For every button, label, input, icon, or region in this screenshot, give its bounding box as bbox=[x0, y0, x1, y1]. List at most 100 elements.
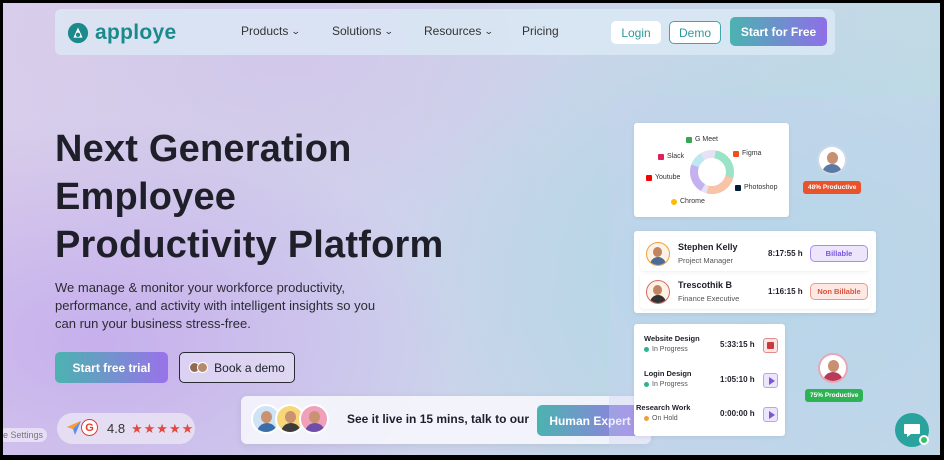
task-status: On Hold bbox=[644, 415, 678, 422]
task-status: In Progress bbox=[644, 346, 688, 353]
nav-item-products[interactable]: Products ⌄ bbox=[241, 24, 302, 38]
avatar-group bbox=[189, 362, 209, 373]
app-usage-chart-card: G Meet Slack Figma Youtube Photoshop Chr… bbox=[634, 123, 789, 217]
star-rating: ★★★★★ bbox=[131, 421, 195, 436]
hero-title-line: Next Generation bbox=[55, 128, 352, 170]
chart-label-text: Slack bbox=[667, 153, 685, 160]
stop-icon bbox=[767, 342, 774, 349]
avatar bbox=[197, 362, 209, 373]
task-status: In Progress bbox=[644, 381, 688, 388]
hero-title: Next Generation Employee Productivity Pl… bbox=[55, 125, 444, 269]
avatar bbox=[817, 145, 847, 175]
task-name: Login Design bbox=[644, 369, 692, 378]
chart-label-text: Chrome bbox=[680, 198, 705, 205]
youtube-icon bbox=[646, 174, 652, 181]
chart-label-photoshop: Photoshop bbox=[735, 184, 777, 191]
stop-button[interactable] bbox=[763, 338, 778, 353]
play-button[interactable] bbox=[763, 373, 778, 388]
play-button[interactable] bbox=[763, 407, 778, 422]
employee-list-card: Stephen Kelly Project Manager 8:17:55 h … bbox=[634, 231, 876, 313]
avatar bbox=[646, 242, 670, 266]
chrome-icon bbox=[671, 198, 677, 205]
status-dot bbox=[644, 416, 649, 421]
nav-item-label: Solutions bbox=[332, 24, 382, 38]
hero-title-line: Productivity Platform bbox=[55, 224, 444, 266]
task-status-label: On Hold bbox=[652, 415, 678, 422]
g2-icon: G bbox=[81, 419, 98, 436]
employee-row[interactable]: Trescothik B Finance Executive 1:16:15 h… bbox=[640, 275, 870, 309]
employee-name: Stephen Kelly bbox=[678, 242, 738, 252]
start-for-free-button[interactable]: Start for Free bbox=[730, 17, 827, 46]
billable-tag: Billable bbox=[810, 245, 868, 262]
task-row[interactable]: Research Work On Hold 0:00:00 h bbox=[636, 400, 781, 430]
demo-button[interactable]: Demo bbox=[669, 21, 721, 44]
hero-description: We manage & monitor your workforce produ… bbox=[55, 280, 376, 331]
online-indicator bbox=[919, 435, 929, 445]
expert-avatars bbox=[251, 404, 329, 434]
chart-label-slack: Slack bbox=[658, 153, 684, 160]
capterra-icon bbox=[67, 421, 81, 435]
chart-label-gmeet: G Meet bbox=[686, 136, 718, 143]
employee-time: 8:17:55 h bbox=[768, 249, 803, 258]
non-billable-tag: Non Billable bbox=[810, 283, 868, 300]
avatar bbox=[646, 280, 670, 304]
chart-label-text: G Meet bbox=[695, 136, 718, 143]
employee-time: 1:16:15 h bbox=[768, 287, 803, 296]
play-icon bbox=[768, 376, 775, 385]
nav-item-solutions[interactable]: Solutions ⌄ bbox=[332, 24, 395, 38]
employee-role: Finance Executive bbox=[678, 294, 740, 303]
chart-label-text: Photoshop bbox=[744, 184, 778, 191]
chart-label-text: Figma bbox=[742, 150, 762, 157]
employee-role: Project Manager bbox=[678, 256, 734, 265]
top-navbar: apploye Products ⌄ Solutions ⌄ Resources… bbox=[55, 9, 835, 55]
task-time: 5:33:15 h bbox=[720, 340, 755, 349]
status-dot bbox=[644, 382, 649, 387]
chevron-down-icon: ⌄ bbox=[291, 25, 302, 36]
task-time: 0:00:00 h bbox=[720, 409, 755, 418]
task-time: 1:05:10 h bbox=[720, 375, 755, 384]
start-free-trial-button[interactable]: Start free trial bbox=[55, 352, 168, 383]
donut-chart bbox=[690, 150, 734, 194]
rating-value: 4.8 bbox=[107, 421, 126, 436]
task-name: Research Work bbox=[636, 403, 691, 412]
logo[interactable]: apploye bbox=[67, 21, 176, 45]
photoshop-icon bbox=[735, 184, 741, 191]
nav-item-label: Pricing bbox=[522, 24, 559, 38]
nav-item-label: Products bbox=[241, 24, 289, 38]
logo-text: apploye bbox=[95, 21, 177, 44]
figma-icon bbox=[733, 150, 739, 157]
banner-text: See it live in 15 mins, talk to our bbox=[347, 412, 530, 426]
chevron-down-icon: ⌄ bbox=[384, 25, 395, 36]
productivity-badge: 48% Productive bbox=[803, 181, 862, 194]
expert-banner: See it live in 15 mins, talk to our Huma… bbox=[241, 396, 651, 444]
rating-badge[interactable]: G 4.8 ★★★★★ bbox=[57, 413, 195, 444]
slack-icon bbox=[658, 153, 664, 160]
login-button[interactable]: Login bbox=[611, 21, 661, 44]
page-frame: apploye Products ⌄ Solutions ⌄ Resources… bbox=[3, 3, 940, 455]
chart-label-figma: Figma bbox=[733, 150, 761, 157]
play-icon bbox=[768, 410, 775, 419]
task-status-label: In Progress bbox=[652, 381, 688, 388]
nav-item-pricing[interactable]: Pricing bbox=[522, 24, 559, 38]
employee-row[interactable]: Stephen Kelly Project Manager 8:17:55 h … bbox=[640, 237, 870, 271]
task-row[interactable]: Login Design In Progress 1:05:10 h bbox=[640, 366, 781, 396]
employee-name: Trescothik B bbox=[678, 280, 733, 290]
book-demo-button[interactable]: Book a demo bbox=[179, 352, 295, 383]
chevron-down-icon: ⌄ bbox=[484, 25, 495, 36]
avatar bbox=[818, 353, 848, 383]
task-list-card: Website Design In Progress 5:33:15 h Log… bbox=[634, 324, 785, 436]
google-meet-icon bbox=[686, 136, 692, 143]
chat-icon bbox=[904, 424, 920, 437]
logo-icon bbox=[67, 22, 89, 44]
task-status-label: In Progress bbox=[652, 346, 688, 353]
nav-item-resources[interactable]: Resources ⌄ bbox=[424, 24, 495, 38]
task-row[interactable]: Website Design In Progress 5:33:15 h bbox=[640, 331, 781, 361]
hero-title-line: Employee bbox=[55, 176, 237, 218]
nav-item-label: Resources bbox=[424, 24, 482, 38]
avatar bbox=[299, 404, 329, 434]
chart-label-youtube: Youtube bbox=[646, 174, 680, 181]
status-dot bbox=[644, 347, 649, 352]
cookie-settings-tab[interactable]: e Settings bbox=[3, 428, 48, 442]
productivity-badge: 75% Productive bbox=[805, 389, 864, 402]
book-demo-label: Book a demo bbox=[214, 360, 285, 375]
